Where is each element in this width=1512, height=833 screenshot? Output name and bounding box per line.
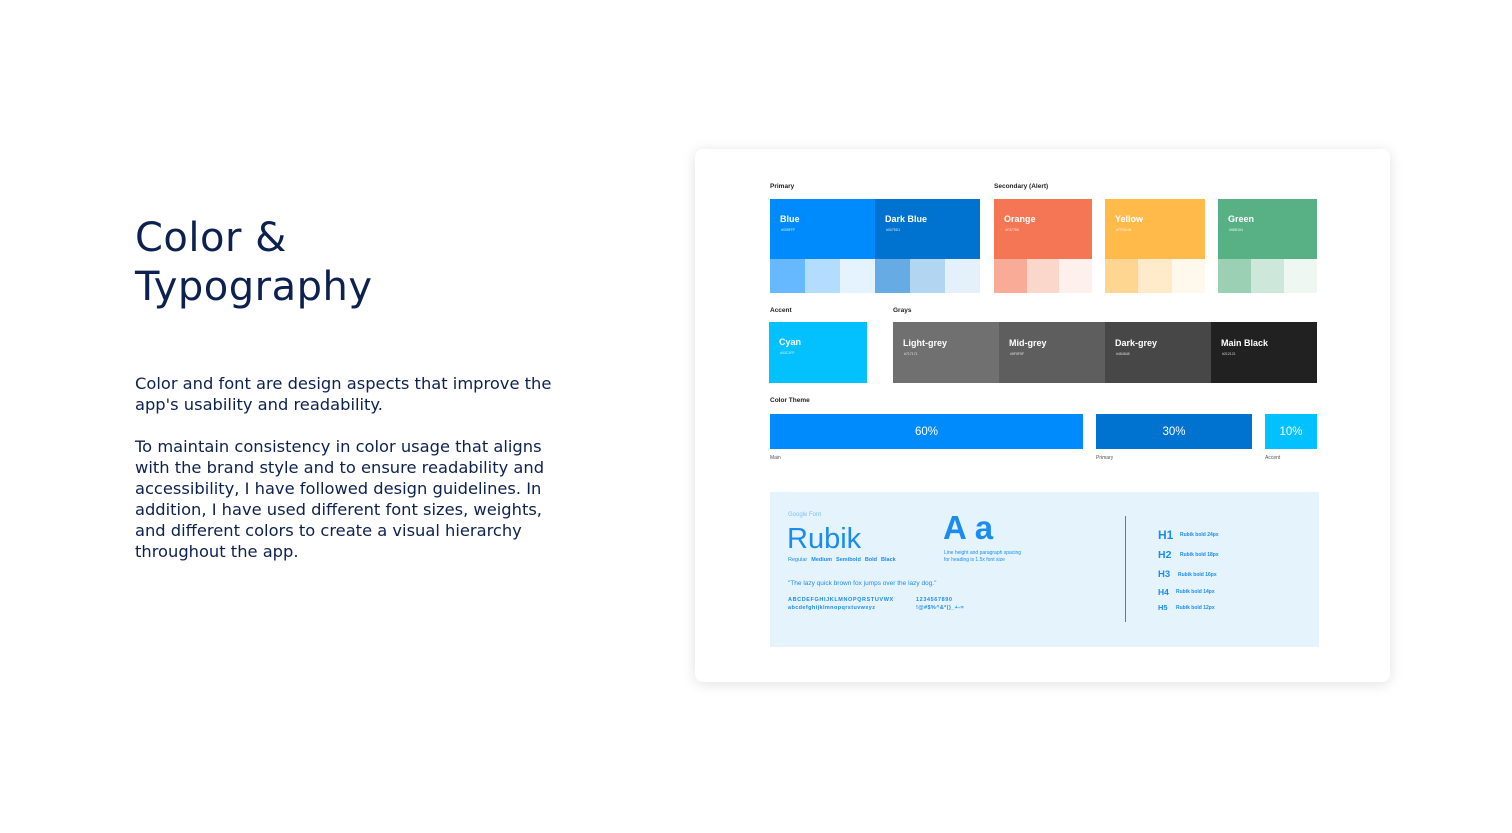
swatch-code: #0075D1 — [886, 228, 901, 232]
aa-sample: A a — [943, 509, 994, 546]
swatch-code: #008FFF — [781, 228, 796, 232]
tint-swatch — [770, 259, 805, 293]
theme-label: Color Theme — [770, 397, 810, 404]
heading-desc: Rubik bold 12px — [1176, 604, 1215, 611]
typography-panel: Google Font Rubik Regular Medium Semibol… — [770, 492, 1319, 647]
swatch-code: #717171 — [904, 352, 918, 356]
swatch-name: Dark-grey — [1115, 338, 1158, 348]
heading-h4: H4 Rubik bold 14px — [1158, 587, 1215, 597]
tints-yellow — [1105, 259, 1205, 293]
tint-swatch — [910, 259, 945, 293]
tint-swatch — [1105, 259, 1139, 293]
tint-swatch — [945, 259, 980, 293]
tint-swatch — [994, 259, 1027, 293]
swatch-name: Light-grey — [903, 338, 947, 348]
secondary-label: Secondary (Alert) — [994, 183, 1049, 190]
heading-tag: H2 — [1158, 549, 1172, 561]
tint-swatch — [875, 259, 910, 293]
swatch-code: #5F5F5F — [1010, 352, 1025, 356]
tint-swatch — [1026, 259, 1060, 293]
theme-bar-primary: 30% — [1096, 414, 1252, 449]
heading-desc: Rubik bold 14px — [1176, 589, 1215, 595]
swatch-name: Cyan — [779, 337, 802, 347]
google-font-label: Google Font — [788, 512, 822, 518]
digits: 1234567890 — [916, 597, 953, 603]
weight-regular: Regular — [788, 557, 808, 563]
tint-swatch — [1218, 259, 1251, 293]
heading-tag: H3 — [1158, 569, 1171, 580]
description-paragraph-2: To maintain consistency in color usage t… — [135, 437, 545, 561]
swatch-name: Yellow — [1115, 214, 1144, 224]
heading-desc: Rubik bold 16px — [1178, 571, 1217, 578]
swatch-name: Dark Blue — [885, 214, 928, 224]
heading-tag: H4 — [1158, 587, 1169, 597]
tints-green — [1218, 259, 1317, 293]
swatch-main-black: Main Black #212121 — [1211, 322, 1317, 383]
swatch-mid-grey: Mid-grey #5F5F5F — [999, 322, 1105, 383]
tint-swatch — [805, 259, 840, 293]
swatch-code: #03C1FF — [780, 351, 795, 355]
theme-caption: Primary — [1096, 455, 1114, 461]
accent-label: Accent — [770, 307, 792, 314]
theme-caption: Main — [770, 455, 781, 461]
swatch-blue: Blue #008FFF — [770, 199, 875, 259]
heading-tag: H1 — [1158, 528, 1174, 542]
tint-swatch — [1059, 259, 1093, 293]
swatch-orange: Orange #F47755 — [994, 199, 1092, 259]
font-name: Rubik — [787, 523, 862, 555]
primary-label: Primary — [770, 183, 795, 190]
description: Color and font are design aspects that i… — [135, 373, 575, 583]
weight-black: Black — [881, 557, 896, 563]
line-height-note: Line height and paragraph spacing for he… — [944, 550, 1022, 563]
heading-h3: H3 Rubik bold 16px — [1158, 569, 1217, 580]
tints-blue — [770, 259, 875, 293]
theme-bar-accent: 10% — [1265, 414, 1317, 449]
font-weights: Regular Medium Semibold Bold Black — [788, 557, 896, 563]
weight-medium: Medium — [811, 557, 833, 563]
tints-orange — [994, 259, 1093, 293]
divider — [1125, 516, 1126, 622]
swatch-name: Orange — [1004, 214, 1036, 224]
style-guide-card: Primary Blue #008FFF Dark Blue #0075D1 S… — [695, 149, 1390, 682]
heading-desc: Rubik bold 18px — [1180, 552, 1219, 558]
tint-swatch — [1284, 259, 1317, 293]
swatch-code: #58B184 — [1229, 228, 1244, 232]
weight-semibold: Semibold — [836, 557, 861, 563]
swatch-green: Green #58B184 — [1218, 199, 1317, 259]
weight-bold: Bold — [864, 557, 878, 563]
tints-dark-blue — [875, 259, 980, 293]
uppercase-alphabet: ABCDEFGHIJKLMNOPQRSTUVWX — [788, 597, 894, 603]
swatch-name: Green — [1228, 214, 1255, 224]
swatch-code: #212121 — [1222, 352, 1236, 356]
swatch-code: #FFBA4B — [1116, 228, 1132, 232]
swatch-name: Blue — [780, 214, 800, 224]
swatch-yellow: Yellow #FFBA4B — [1105, 199, 1205, 259]
swatch-light-grey: Light-grey #717171 — [893, 322, 999, 383]
swatch-dark-grey: Dark-grey #484848 — [1105, 322, 1211, 383]
heading-h2: H2 Rubik bold 18px — [1158, 549, 1219, 561]
grays-label: Grays — [893, 307, 912, 314]
swatch-name: Mid-grey — [1009, 338, 1047, 348]
theme-bar-main: 60% — [770, 414, 1083, 449]
heading-tag: H5 — [1158, 603, 1168, 612]
theme-caption: Accent — [1265, 455, 1281, 461]
pangram: "The lazy quick brown fox jumps over the… — [788, 580, 937, 587]
heading-h1: H1 Rubik bold 24px — [1158, 528, 1219, 542]
symbols: !@#$%^&*()_+-= — [916, 605, 965, 611]
heading-desc: Rubik bold 24px — [1180, 532, 1219, 538]
swatch-name: Main Black — [1221, 338, 1269, 348]
tint-swatch — [840, 259, 875, 293]
tint-swatch — [1138, 259, 1172, 293]
swatch-code: #484848 — [1116, 352, 1130, 356]
tint-swatch — [1171, 259, 1205, 293]
swatch-cyan: Cyan #03C1FF — [769, 322, 867, 383]
swatch-code: #F47755 — [1005, 228, 1019, 232]
heading-h5: H5 Rubik bold 12px — [1158, 603, 1215, 612]
tint-swatch — [1251, 259, 1284, 293]
lowercase-alphabet: abcdefghijklmnopqrstuvwxyz — [788, 605, 876, 611]
page-title: Color & Typography — [135, 215, 373, 310]
description-paragraph-1: Color and font are design aspects that i… — [135, 374, 552, 414]
swatch-dark-blue: Dark Blue #0075D1 — [875, 199, 980, 259]
